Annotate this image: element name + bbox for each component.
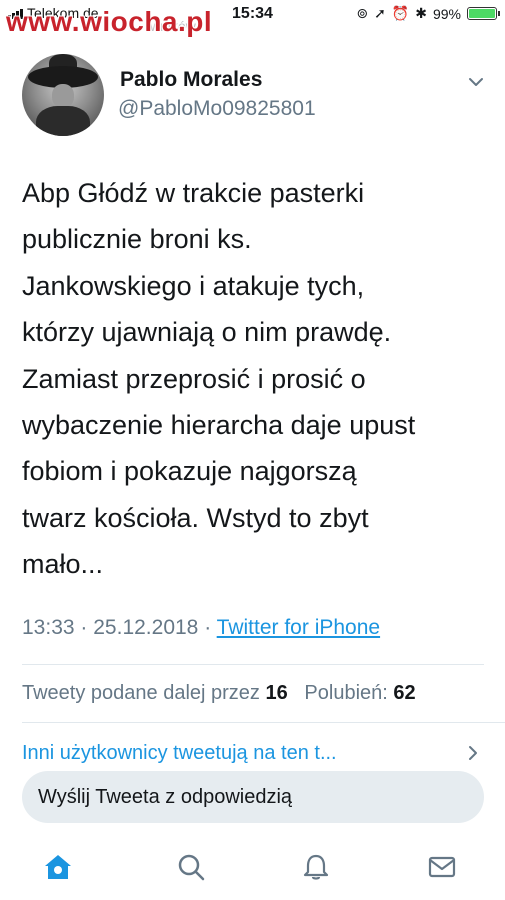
- author-name[interactable]: Pablo Morales: [120, 68, 262, 92]
- avatar[interactable]: [22, 54, 104, 136]
- tweet-time: 13:33: [22, 616, 75, 639]
- tweet-date: 25.12.2018: [93, 616, 199, 639]
- status-indicators: ⊚ ➚ ⏰ ✱ 99%: [356, 5, 500, 22]
- meta-separator: ·: [80, 616, 88, 639]
- tweet-meta: 13:33 · 25.12.2018 · Twitter for iPhone: [22, 616, 380, 640]
- rotation-lock-icon: ⊚: [356, 5, 369, 21]
- messages-icon[interactable]: [424, 849, 460, 885]
- search-icon[interactable]: [173, 849, 209, 885]
- home-icon[interactable]: [40, 849, 76, 885]
- tweet-source-link[interactable]: Twitter for iPhone: [217, 616, 380, 639]
- location-icon: ➚: [374, 5, 386, 21]
- tab-bar: [0, 835, 505, 900]
- battery-icon: [467, 7, 500, 20]
- chevron-down-icon[interactable]: [466, 72, 486, 92]
- bluetooth-icon: ✱: [415, 5, 427, 21]
- chevron-right-icon[interactable]: [464, 744, 482, 762]
- divider: [22, 664, 484, 665]
- others-tweeting-link[interactable]: Inni użytkownicy tweetują na ten t...: [22, 742, 442, 765]
- battery-fill: [469, 9, 495, 18]
- divider: [22, 722, 505, 723]
- notifications-icon[interactable]: [298, 849, 334, 885]
- likes-label[interactable]: Polubień:: [304, 682, 387, 704]
- author-handle[interactable]: @PabloMo09825801: [118, 97, 316, 121]
- tweet-text: Abp Głódź w trakcie pasterki publicznie …: [22, 178, 416, 580]
- battery-percent: 99%: [432, 5, 461, 22]
- alarm-icon: ⏰: [391, 5, 410, 21]
- tweet-stats: Tweety podane dalej przez 16 Polubień: 6…: [22, 682, 416, 705]
- meta-separator: ·: [204, 616, 212, 639]
- retweets-label[interactable]: Tweety podane dalej przez: [22, 682, 260, 704]
- reply-input[interactable]: Wyślij Tweeta z odpowiedzią: [22, 771, 484, 823]
- retweets-count[interactable]: 16: [266, 682, 288, 704]
- likes-count[interactable]: 62: [393, 682, 415, 704]
- reply-placeholder: Wyślij Tweeta z odpowiedzią: [38, 786, 293, 808]
- watermark-logo: www.wiocha.pl: [6, 6, 213, 37]
